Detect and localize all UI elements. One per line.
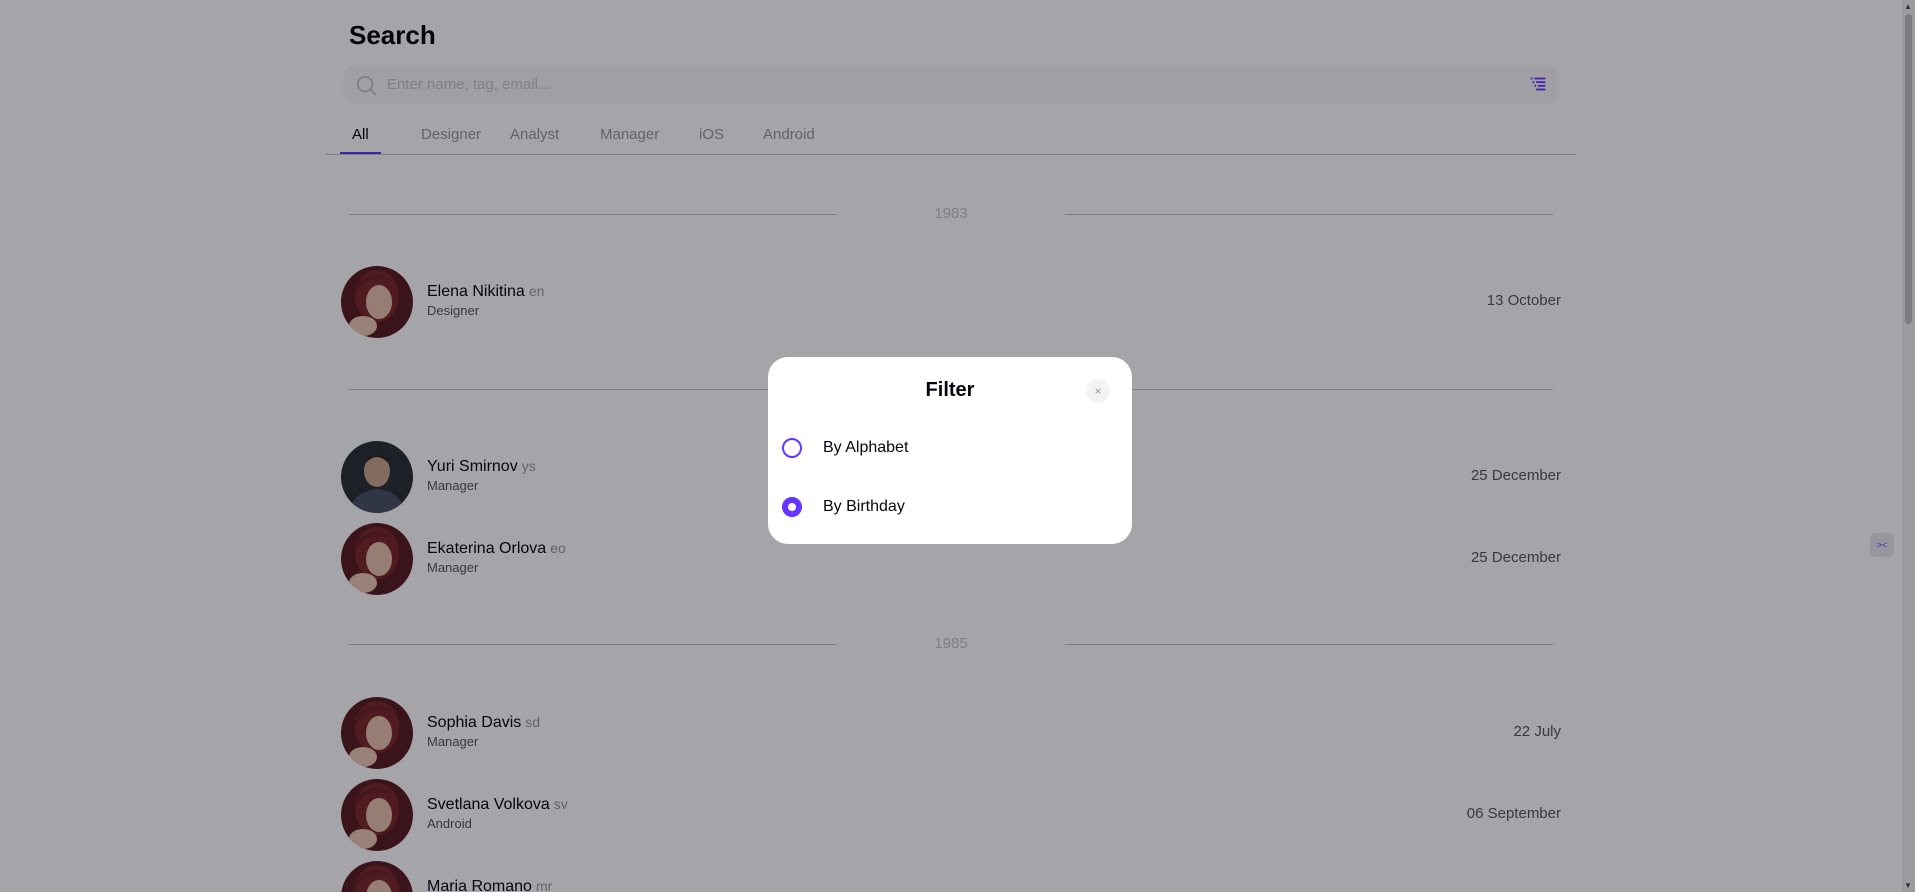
option-label: By Alphabet	[823, 439, 909, 456]
close-button[interactable]: ×	[1086, 379, 1110, 403]
filter-option-alphabet[interactable]: By Alphabet	[782, 428, 1112, 468]
radio-button-checked[interactable]	[782, 497, 802, 517]
modal-title: Filter	[925, 379, 975, 401]
filter-option-birthday[interactable]: By Birthday	[782, 487, 1112, 527]
option-label: By Birthday	[823, 498, 905, 515]
radio-button[interactable]	[782, 438, 802, 458]
filter-modal: Filter × By Alphabet By Birthday	[768, 357, 1132, 544]
